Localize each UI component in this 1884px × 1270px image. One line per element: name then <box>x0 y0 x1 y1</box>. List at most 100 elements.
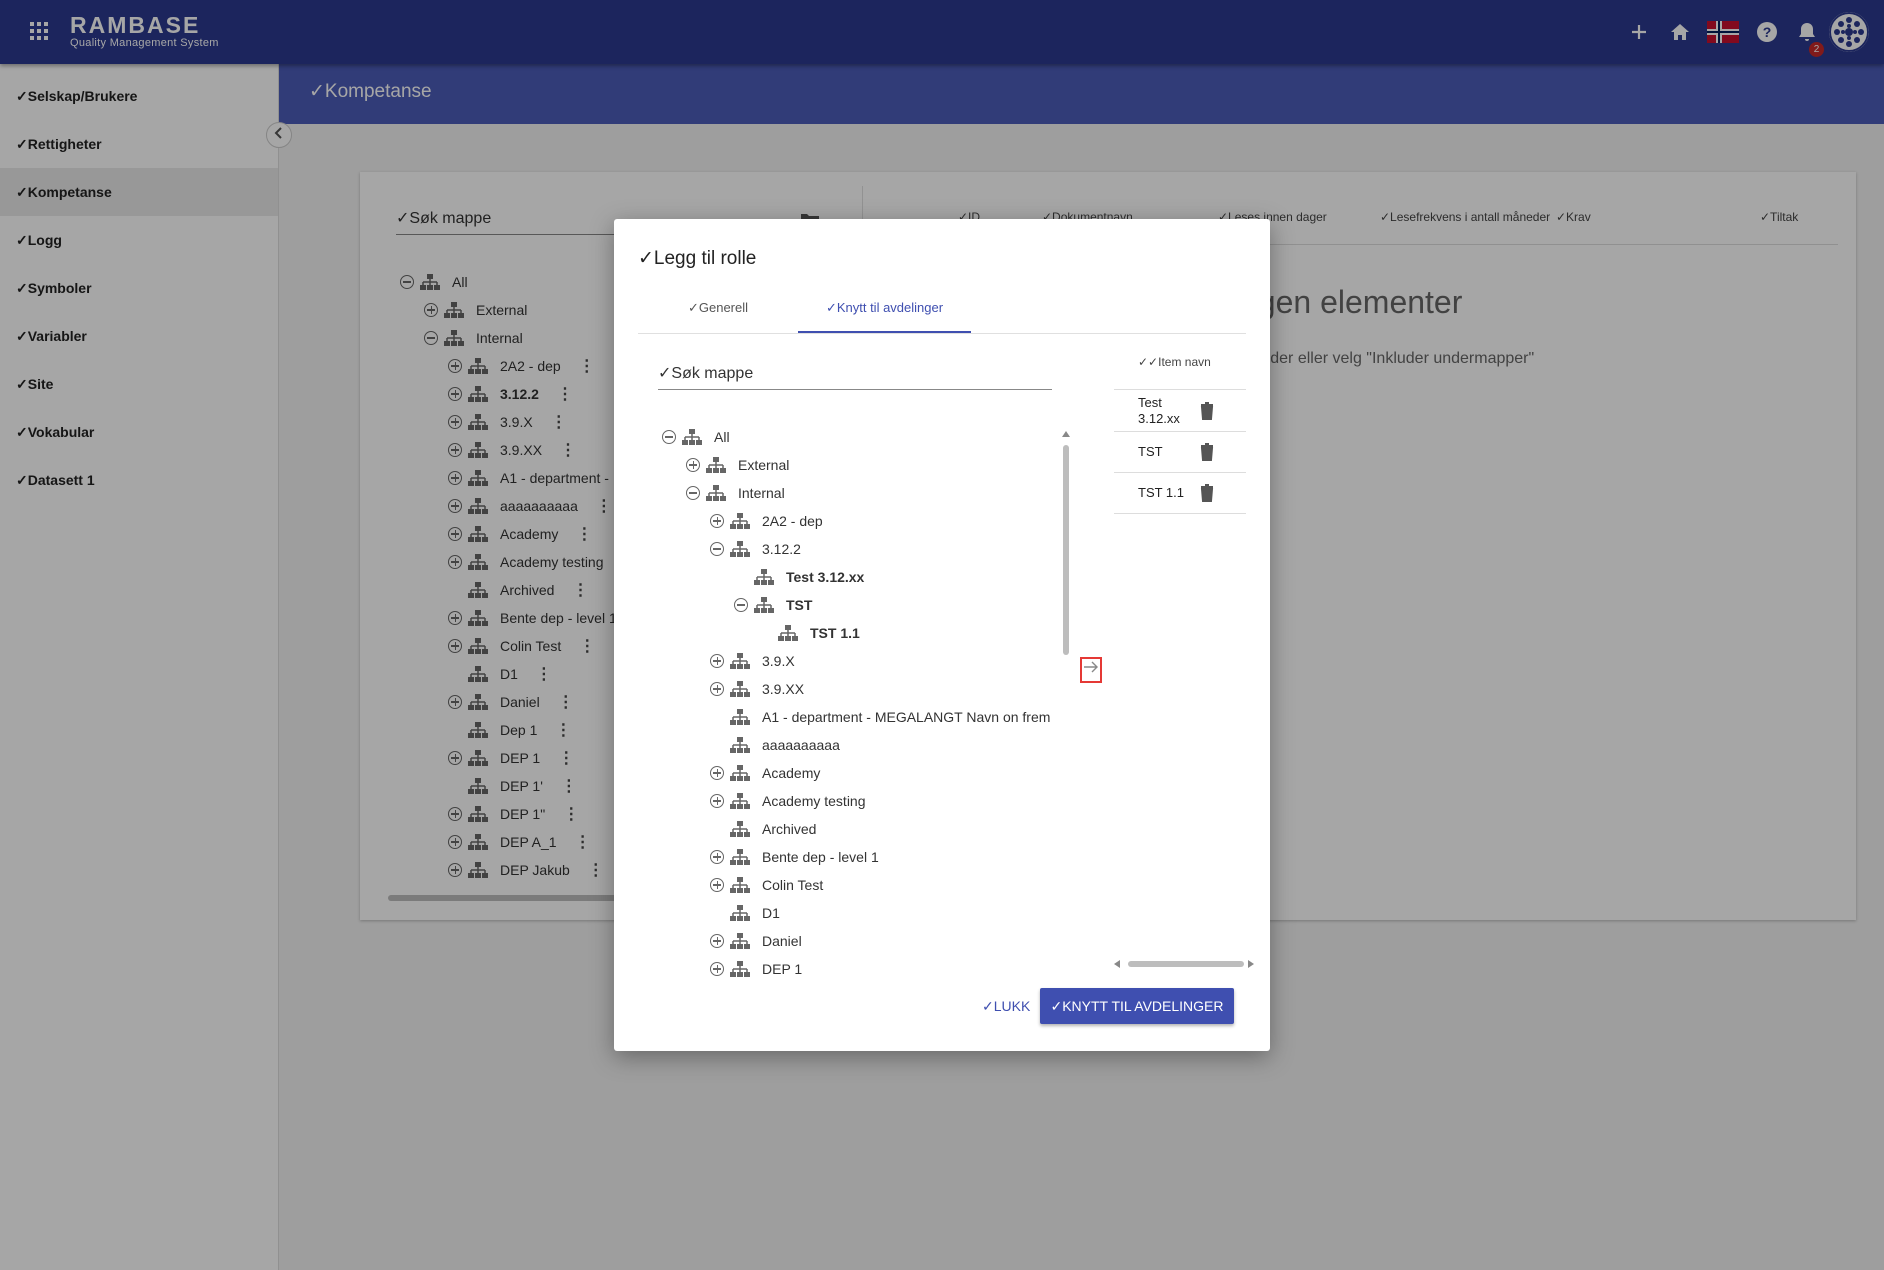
tree-node-label: D1 <box>762 905 780 921</box>
tree-node[interactable]: Academy testing <box>662 787 1066 815</box>
tree-node[interactable]: Test 3.12.xx <box>662 563 1066 591</box>
tree-node-label: TST 1.1 <box>810 625 860 641</box>
org-structure-icon <box>730 709 750 725</box>
tree-node[interactable]: Archived <box>662 815 1066 843</box>
add-role-dialog: ✓Legg til rolle ✓Generell ✓Knytt til avd… <box>614 219 1270 1051</box>
org-structure-icon <box>730 849 750 865</box>
org-structure-icon <box>730 737 750 753</box>
org-structure-icon <box>706 457 726 473</box>
tree-node-label: Test 3.12.xx <box>786 569 865 585</box>
tab-generell[interactable]: ✓Generell <box>638 289 798 333</box>
tree-node[interactable]: 3.9.X <box>662 647 1066 675</box>
expand-icon[interactable] <box>710 878 724 892</box>
close-button[interactable]: ✓LUKK <box>970 988 1042 1024</box>
collapse-icon[interactable] <box>662 430 676 444</box>
tree-node[interactable]: Academy <box>662 759 1066 787</box>
tree-vertical-scrollbar[interactable] <box>1062 431 1070 981</box>
org-structure-icon <box>730 513 750 529</box>
org-structure-icon <box>730 541 750 557</box>
tree-node-label: aaaaaaaaaa <box>762 737 840 753</box>
tree-node[interactable]: TST 1.1 <box>662 619 1066 647</box>
collapse-icon[interactable] <box>734 598 748 612</box>
tree-node[interactable]: External <box>662 451 1066 479</box>
org-structure-icon <box>754 597 774 613</box>
selected-item-label: Test 3.12.xx <box>1138 395 1180 426</box>
tree-node[interactable]: aaaaaaaaaa <box>662 731 1066 759</box>
tree-node[interactable]: Colin Test <box>662 871 1066 899</box>
expand-icon[interactable] <box>710 850 724 864</box>
expand-icon[interactable] <box>710 934 724 948</box>
org-structure-icon <box>730 793 750 809</box>
expand-icon[interactable] <box>710 682 724 696</box>
selected-items-header[interactable]: ✓✓Item navn <box>1138 355 1211 369</box>
tree-node-label: DEP 1 <box>762 961 803 977</box>
delete-icon[interactable] <box>1200 443 1214 461</box>
expand-icon[interactable] <box>710 794 724 808</box>
tree-node-label: All <box>714 429 730 445</box>
org-structure-icon <box>730 821 750 837</box>
dialog-folder-tree: All External Internal 2A2 - dep 3.12.2 Test 3… <box>662 423 1066 985</box>
move-right-button[interactable] <box>1080 657 1102 683</box>
tree-node[interactable]: All <box>662 423 1066 451</box>
delete-icon[interactable] <box>1200 402 1214 420</box>
tab-knytt-til-avdelinger[interactable]: ✓Knytt til avdelinger <box>798 289 971 333</box>
org-structure-icon <box>778 625 798 641</box>
org-structure-icon <box>730 765 750 781</box>
selected-item-row: TST <box>1114 432 1246 473</box>
org-structure-icon <box>682 429 702 445</box>
dialog-folder-search-input[interactable]: ✓Søk mappe <box>658 363 1052 390</box>
tree-node-label: 2A2 - dep <box>762 513 823 529</box>
org-structure-icon <box>706 485 726 501</box>
delete-icon[interactable] <box>1200 484 1214 502</box>
dialog-title: ✓Legg til rolle <box>638 248 757 269</box>
tree-node-label: Colin Test <box>762 877 824 893</box>
tree-node-label: Archived <box>762 821 817 837</box>
expand-icon[interactable] <box>710 766 724 780</box>
org-structure-icon <box>730 877 750 893</box>
tree-node[interactable]: DEP 1 <box>662 955 1066 983</box>
selected-item-row: Test 3.12.xx <box>1114 391 1246 432</box>
org-structure-icon <box>754 569 774 585</box>
selected-header-line <box>1114 389 1246 390</box>
org-structure-icon <box>730 905 750 921</box>
tree-node[interactable]: Bente dep - level 1 <box>662 843 1066 871</box>
tree-node-label: 3.9.X <box>762 653 795 669</box>
tree-node[interactable]: D1 <box>662 899 1066 927</box>
collapse-icon[interactable] <box>710 542 724 556</box>
expand-icon[interactable] <box>710 962 724 976</box>
selected-horizontal-scrollbar[interactable] <box>1114 959 1254 969</box>
tree-node-label: Bente dep - level 1 <box>762 849 879 865</box>
dialog-tabs: ✓Generell ✓Knytt til avdelinger <box>638 289 1246 334</box>
tree-node[interactable]: Internal <box>662 479 1066 507</box>
selected-item-label: TST <box>1138 444 1163 459</box>
org-structure-icon <box>730 653 750 669</box>
tree-node[interactable]: 3.9.XX <box>662 675 1066 703</box>
tree-node-label: 3.12.2 <box>762 541 801 557</box>
collapse-icon[interactable] <box>686 486 700 500</box>
tree-node[interactable]: TST <box>662 591 1066 619</box>
expand-icon[interactable] <box>710 514 724 528</box>
tree-node-label: TST <box>786 597 813 613</box>
tree-node-label: Academy testing <box>762 793 866 809</box>
selected-item-label: TST 1.1 <box>1138 485 1185 500</box>
selected-item-row: TST 1.1 <box>1114 473 1246 514</box>
tree-node[interactable]: A1 - department - MEGALANGT Navn on frem <box>662 703 1066 731</box>
tree-node-label: Internal <box>738 485 785 501</box>
arrow-right-icon <box>1084 661 1098 673</box>
tree-node[interactable]: 3.12.2 <box>662 535 1066 563</box>
org-structure-icon <box>730 933 750 949</box>
link-to-departments-button[interactable]: ✓KNYTT TIL AVDELINGER <box>1040 988 1234 1024</box>
tree-node-label: A1 - department - MEGALANGT Navn on frem <box>762 709 1051 725</box>
tree-node[interactable]: Daniel <box>662 927 1066 955</box>
org-structure-icon <box>730 681 750 697</box>
tree-node-label: Daniel <box>762 933 802 949</box>
tree-node[interactable]: 2A2 - dep <box>662 507 1066 535</box>
expand-icon[interactable] <box>710 654 724 668</box>
expand-icon[interactable] <box>686 458 700 472</box>
